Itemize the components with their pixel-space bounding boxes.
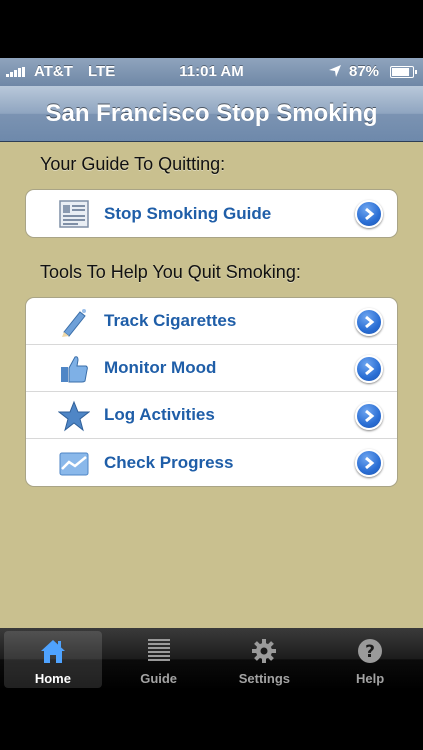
gear-icon [252, 639, 277, 663]
section-header-guide: Your Guide To Quitting: [40, 154, 226, 174]
page-title: San Francisco Stop Smoking [45, 99, 378, 127]
tab-label: Guide [140, 671, 178, 686]
chevron-right-icon[interactable] [355, 355, 383, 383]
chevron-right-icon[interactable] [355, 449, 383, 477]
status-bar: AT&T LTE 11:01 AM 87% [0, 58, 423, 86]
list-icon [147, 639, 170, 661]
tab-guide[interactable]: Guide [106, 628, 212, 690]
location-arrow-icon [329, 65, 341, 77]
top-bezel [0, 0, 423, 58]
list-item-label: Log Activities [104, 405, 215, 424]
list-item-label: Stop Smoking Guide [104, 203, 272, 223]
tab-label: Settings [238, 671, 291, 686]
list-item-monitor-mood[interactable]: Monitor Mood [26, 345, 397, 392]
tab-help[interactable]: ? Help [317, 628, 423, 690]
chevron-right-icon[interactable] [355, 308, 383, 336]
section-header-tools: Tools To Help You Quit Smoking: [40, 262, 301, 282]
tools-group: Track Cigarettes Monitor Mood Log Activi… [25, 297, 398, 487]
list-item-check-progress[interactable]: Check Progress [26, 439, 397, 486]
guide-group: Stop Smoking Guide [25, 189, 398, 238]
thumbs-up-icon [61, 356, 88, 383]
svg-text:?: ? [365, 642, 375, 662]
chart-icon [59, 452, 89, 476]
pencil-icon [62, 309, 86, 337]
home-icon [40, 640, 65, 663]
chevron-right-icon[interactable] [355, 402, 383, 430]
list-item-stop-smoking-guide[interactable]: Stop Smoking Guide [26, 190, 397, 237]
tab-bar: Home Guide Settings ? Help [0, 628, 423, 690]
list-item-track-cigarettes[interactable]: Track Cigarettes [26, 298, 397, 345]
navigation-bar: San Francisco Stop Smoking [0, 86, 423, 142]
bottom-bezel [0, 690, 423, 750]
main-content: Your Guide To Quitting: Stop Smoking Gui… [0, 142, 423, 628]
list-item-log-activities[interactable]: Log Activities [26, 392, 397, 439]
tab-label: Help [356, 671, 385, 686]
star-icon [58, 400, 90, 432]
tab-label: Home [34, 671, 71, 686]
battery-percent: 87% [349, 63, 380, 80]
list-item-label: Track Cigarettes [104, 311, 237, 330]
list-item-label: Check Progress [104, 452, 234, 472]
tab-home[interactable]: Home [0, 628, 106, 690]
battery-icon [390, 66, 417, 78]
document-icon [59, 200, 89, 228]
chevron-right-icon[interactable] [355, 200, 383, 228]
tab-settings[interactable]: Settings [212, 628, 318, 690]
help-icon: ? [358, 639, 383, 663]
list-item-label: Monitor Mood [104, 358, 217, 377]
